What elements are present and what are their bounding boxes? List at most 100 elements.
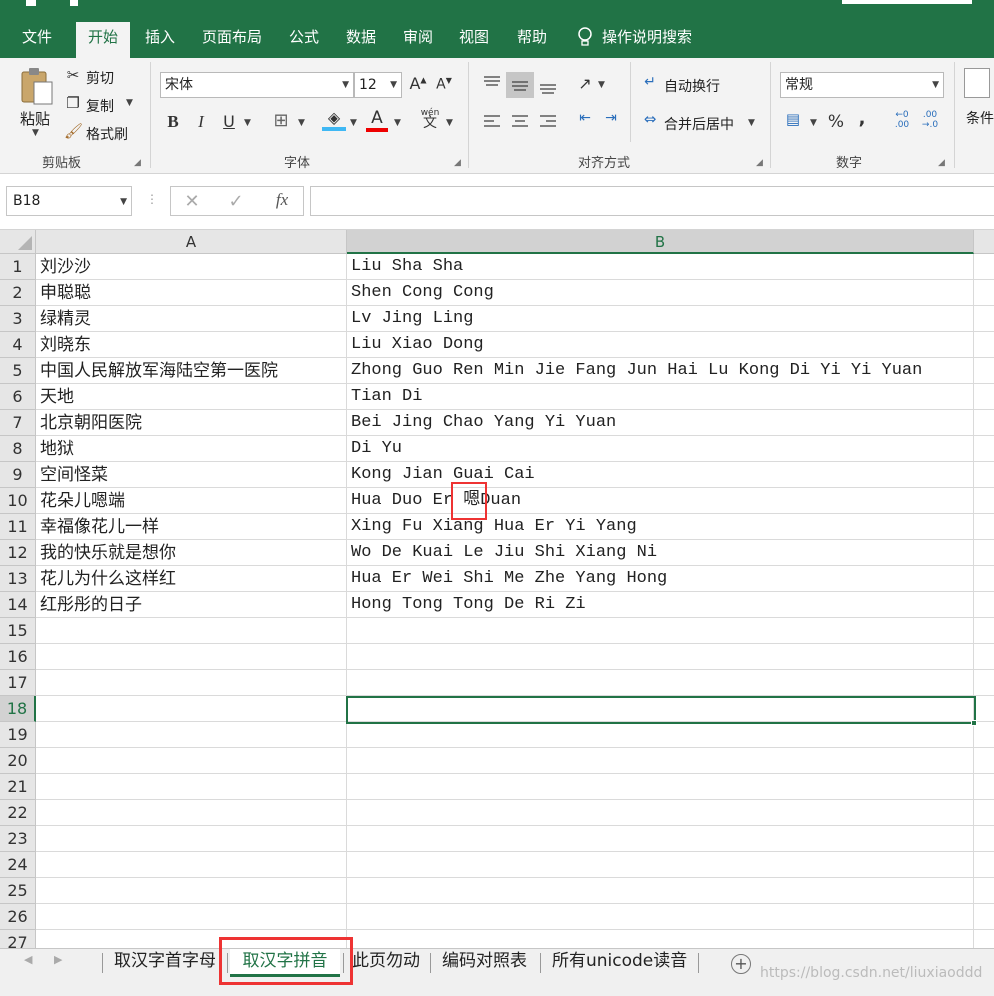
increase-decimal-icon[interactable]: ←0.00 xyxy=(888,110,916,130)
format-painter-button[interactable]: 格式刷 xyxy=(86,124,128,144)
cell-a[interactable] xyxy=(36,852,347,878)
fill-color-icon[interactable]: ◈ xyxy=(322,108,346,131)
cell-b[interactable]: Wo De Kuai Le Jiu Shi Xiang Ni xyxy=(347,540,974,566)
wrap-text-button[interactable]: 自动换行 xyxy=(664,76,720,96)
cell-a[interactable] xyxy=(36,774,347,800)
cell-a[interactable] xyxy=(36,826,347,852)
paste-dropdown-icon[interactable]: ▼ xyxy=(32,128,39,138)
merge-center-button[interactable]: 合并后居中 xyxy=(664,114,734,134)
cell-b[interactable]: Di Yu xyxy=(347,436,974,462)
cell-a[interactable]: 花儿为什么这样红 xyxy=(36,566,347,592)
cell-c[interactable] xyxy=(974,566,994,592)
selected-cell-b18[interactable] xyxy=(346,696,976,724)
cell-c[interactable] xyxy=(974,436,994,462)
cell-b[interactable] xyxy=(347,644,974,670)
cell-c[interactable] xyxy=(974,800,994,826)
conditional-format-button[interactable]: 条件 xyxy=(966,108,994,128)
cell-b[interactable] xyxy=(347,878,974,904)
splitter-dots-icon[interactable]: ⋮ xyxy=(146,192,158,206)
row-header[interactable]: 27 xyxy=(0,930,36,948)
orientation-icon[interactable]: ↗ xyxy=(574,74,596,93)
tab-data[interactable]: 数据 xyxy=(339,24,383,58)
cell-b[interactable] xyxy=(347,748,974,774)
decrease-indent-icon[interactable]: ⇤ xyxy=(574,110,596,126)
comma-button[interactable]: , xyxy=(854,108,870,129)
cell-b[interactable] xyxy=(347,930,974,948)
cell-a[interactable]: 花朵儿嗯端 xyxy=(36,488,347,514)
row-header[interactable]: 14 xyxy=(0,592,36,618)
formula-input[interactable] xyxy=(310,186,994,216)
cell-c[interactable] xyxy=(974,488,994,514)
chevron-down-icon[interactable]: ▼ xyxy=(342,73,349,97)
row-header[interactable]: 18 xyxy=(0,696,36,722)
row-header[interactable]: 17 xyxy=(0,670,36,696)
cell-c[interactable] xyxy=(974,696,994,722)
merge-dropdown-icon[interactable]: ▼ xyxy=(748,118,755,128)
cell-b[interactable]: Liu Sha Sha xyxy=(347,254,974,280)
italic-button[interactable]: I xyxy=(192,112,210,132)
cell-a[interactable]: 地狱 xyxy=(36,436,347,462)
wrap-text-icon[interactable]: ↵ xyxy=(640,74,660,90)
cell-b[interactable]: Lv Jing Ling xyxy=(347,306,974,332)
cell-a[interactable] xyxy=(36,748,347,774)
cell-c[interactable] xyxy=(974,878,994,904)
sheet-tab-code-table[interactable]: 编码对照表 xyxy=(442,949,527,975)
font-color-button[interactable]: A xyxy=(366,108,388,132)
cell-c[interactable] xyxy=(974,748,994,774)
cell-a[interactable] xyxy=(36,904,347,930)
cell-a[interactable]: 绿精灵 xyxy=(36,306,347,332)
fill-color-dropdown-icon[interactable]: ▼ xyxy=(350,118,357,128)
underline-dropdown-icon[interactable]: ▼ xyxy=(244,118,251,128)
column-header-b[interactable]: B xyxy=(347,230,974,254)
row-header[interactable]: 8 xyxy=(0,436,36,462)
tab-review[interactable]: 审阅 xyxy=(396,24,440,58)
conditional-format-icon[interactable] xyxy=(964,68,990,98)
cell-b[interactable] xyxy=(347,826,974,852)
row-header[interactable]: 6 xyxy=(0,384,36,410)
cell-b[interactable]: Shen Cong Cong xyxy=(347,280,974,306)
cell-c[interactable] xyxy=(974,514,994,540)
vertical-align-icons[interactable] xyxy=(480,72,564,98)
bold-button[interactable]: B xyxy=(164,112,182,132)
cell-b[interactable] xyxy=(347,904,974,930)
column-header-a[interactable]: A xyxy=(36,230,347,254)
alignment-launcher-icon[interactable]: ◢ xyxy=(756,158,763,168)
paste-icon[interactable] xyxy=(18,66,54,106)
cell-c[interactable] xyxy=(974,904,994,930)
cell-c[interactable] xyxy=(974,618,994,644)
cell-b[interactable]: Liu Xiao Dong xyxy=(347,332,974,358)
cell-a[interactable] xyxy=(36,696,347,722)
tell-me-search[interactable]: 操作说明搜索 xyxy=(602,24,702,58)
sheet-tab-initials[interactable]: 取汉字首字母 xyxy=(114,949,216,975)
row-header[interactable]: 1 xyxy=(0,254,36,280)
cell-c[interactable] xyxy=(974,306,994,332)
number-format-box[interactable]: 常规 ▼ xyxy=(780,72,944,98)
row-header[interactable]: 12 xyxy=(0,540,36,566)
clipboard-launcher-icon[interactable]: ◢ xyxy=(134,158,141,168)
cell-b[interactable] xyxy=(347,670,974,696)
sheet-tab-do-not-touch[interactable]: 此页勿动 xyxy=(352,949,420,975)
cell-a[interactable]: 刘晓东 xyxy=(36,332,347,358)
accounting-format-icon[interactable]: ▤ xyxy=(782,110,804,128)
font-color-dropdown-icon[interactable]: ▼ xyxy=(394,118,401,128)
borders-dropdown-icon[interactable]: ▼ xyxy=(298,118,305,128)
name-box[interactable]: B18 ▼ xyxy=(6,186,132,216)
orientation-dropdown-icon[interactable]: ▼ xyxy=(598,80,605,90)
cell-c[interactable] xyxy=(974,722,994,748)
row-header[interactable]: 9 xyxy=(0,462,36,488)
font-name-box[interactable]: 宋体 ▼ xyxy=(160,72,354,98)
cell-a[interactable]: 幸福像花儿一样 xyxy=(36,514,347,540)
cell-b[interactable] xyxy=(347,800,974,826)
cell-a[interactable] xyxy=(36,670,347,696)
cell-c[interactable] xyxy=(974,592,994,618)
tab-page-layout[interactable]: 页面布局 xyxy=(196,24,268,58)
fill-handle[interactable] xyxy=(971,720,977,726)
row-header[interactable]: 3 xyxy=(0,306,36,332)
cell-c[interactable] xyxy=(974,358,994,384)
row-header[interactable]: 26 xyxy=(0,904,36,930)
number-launcher-icon[interactable]: ◢ xyxy=(938,158,945,168)
row-header[interactable]: 19 xyxy=(0,722,36,748)
phonetic-dropdown-icon[interactable]: ▼ xyxy=(446,118,453,128)
cell-b[interactable] xyxy=(347,852,974,878)
column-header-c[interactable] xyxy=(974,230,994,254)
